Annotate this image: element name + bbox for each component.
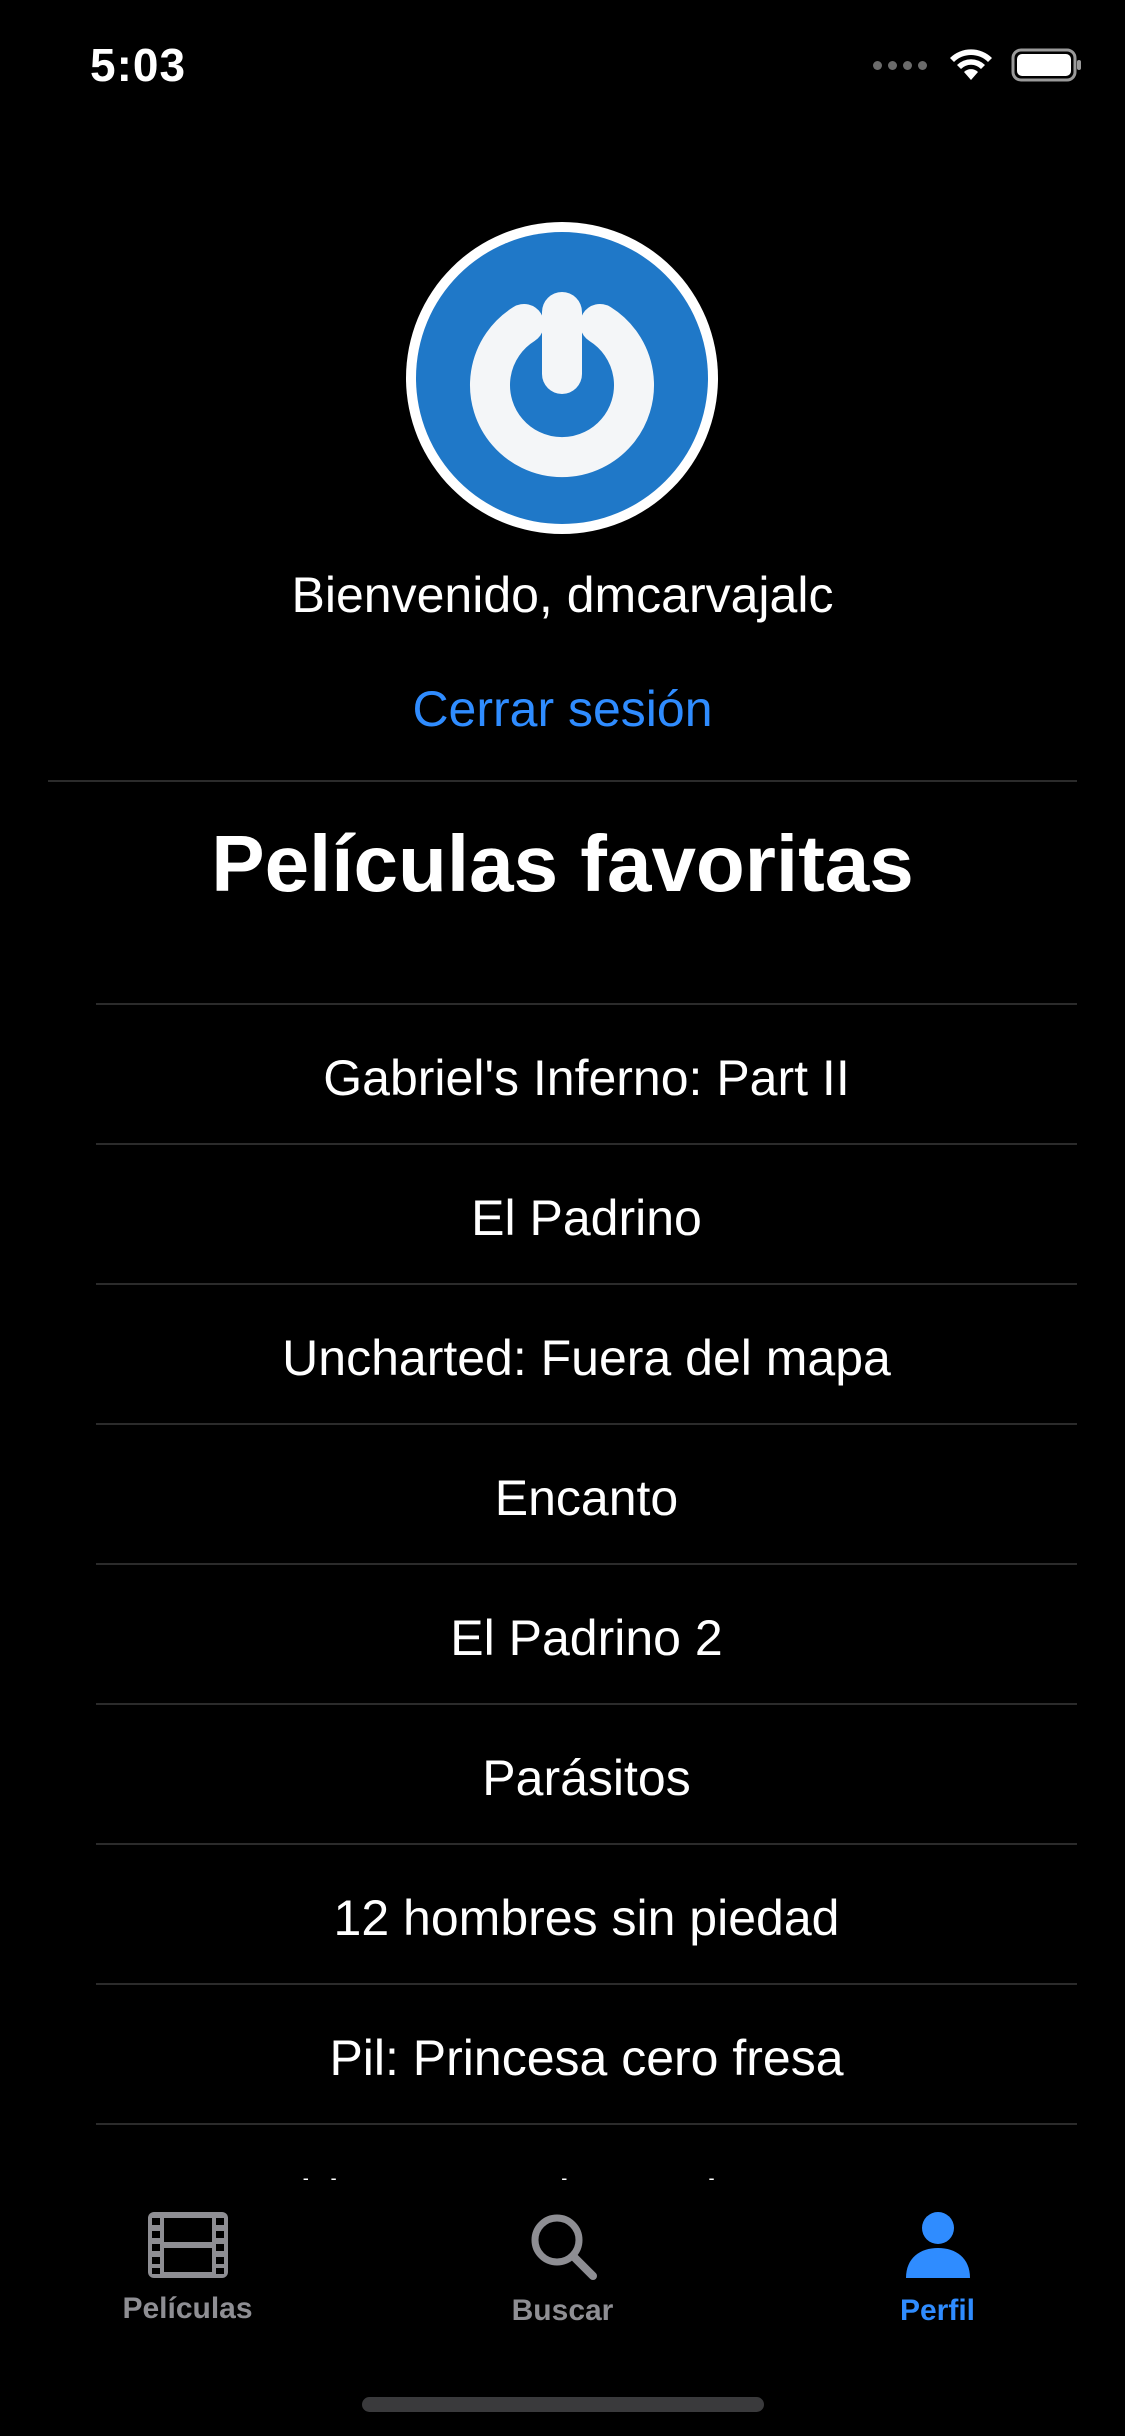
tab-label: Películas bbox=[122, 2292, 253, 2325]
avatar bbox=[406, 222, 718, 534]
divider bbox=[48, 780, 1077, 782]
list-item[interactable]: Uncharted: Fuera del mapa bbox=[96, 1283, 1077, 1423]
wifi-icon bbox=[950, 49, 992, 80]
tab-peliculas[interactable]: Películas bbox=[0, 2210, 375, 2326]
list-item[interactable]: El Padrino 2 bbox=[96, 1563, 1077, 1703]
welcome-text: Bienvenido, dmcarvajalc bbox=[291, 567, 834, 623]
tab-perfil[interactable]: Perfil bbox=[750, 2210, 1125, 2328]
list-item[interactable]: Gabriel's Inferno: Part II bbox=[96, 1003, 1077, 1143]
person-icon bbox=[905, 2212, 970, 2278]
tab-label: Buscar bbox=[511, 2294, 614, 2327]
battery-icon bbox=[1011, 48, 1081, 82]
home-indicator[interactable] bbox=[362, 2397, 764, 2412]
favorites-title: Películas favoritas bbox=[211, 819, 914, 908]
list-item[interactable]: Pil: Princesa cero fresa bbox=[96, 1983, 1077, 2123]
power-icon bbox=[470, 292, 654, 478]
logout-button[interactable]: Cerrar sesión bbox=[0, 680, 1125, 738]
list-item[interactable]: Encanto bbox=[96, 1423, 1077, 1563]
status-bar: 5:03 bbox=[0, 0, 1125, 132]
favorites-list: Gabriel's Inferno: Part II El Padrino Un… bbox=[96, 1003, 1077, 2263]
cellular-signal-icon bbox=[873, 60, 927, 70]
list-item[interactable]: Parásitos bbox=[96, 1703, 1077, 1843]
list-item[interactable]: El Padrino bbox=[96, 1143, 1077, 1283]
tab-label: Perfil bbox=[899, 2294, 976, 2327]
tab-buscar[interactable]: Buscar bbox=[375, 2210, 750, 2328]
status-icons bbox=[873, 48, 1083, 82]
status-time: 5:03 bbox=[90, 39, 187, 91]
film-icon bbox=[147, 2212, 228, 2278]
list-item[interactable]: 12 hombres sin piedad bbox=[96, 1843, 1077, 1983]
search-icon bbox=[531, 2214, 597, 2280]
